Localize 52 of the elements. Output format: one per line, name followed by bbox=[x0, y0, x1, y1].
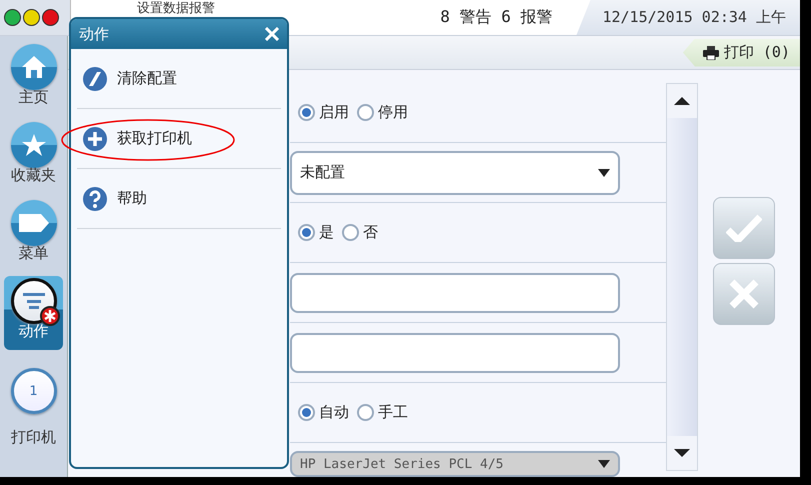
text-field[interactable] bbox=[290, 272, 620, 312]
radio-button[interactable] bbox=[298, 404, 315, 421]
radio-option[interactable]: 自动 bbox=[298, 403, 349, 422]
scroll-down-button[interactable] bbox=[667, 436, 697, 470]
dropdown-arrow-icon bbox=[598, 168, 610, 176]
list-icon bbox=[22, 292, 44, 310]
dropdown-arrow-icon bbox=[598, 460, 610, 468]
radio-option[interactable]: 否 bbox=[342, 223, 378, 242]
radio-option[interactable]: 停用 bbox=[357, 103, 408, 122]
radio-button[interactable] bbox=[342, 224, 359, 241]
close-button[interactable] bbox=[265, 27, 279, 41]
star-icon bbox=[22, 134, 46, 156]
dropdown[interactable]: 未配置 bbox=[290, 150, 620, 194]
radio-button[interactable] bbox=[298, 104, 315, 121]
window-control-icon[interactable] bbox=[42, 9, 59, 26]
window-title: 设置数据报警 bbox=[137, 1, 216, 16]
nav-item[interactable]: 动作 bbox=[4, 276, 63, 350]
popup-title: 动作 bbox=[79, 24, 109, 44]
print-tab[interactable]: 打印 (0) bbox=[682, 38, 800, 66]
radio-option[interactable]: 启用 bbox=[298, 103, 349, 122]
nav-item[interactable]: 收藏夹 bbox=[4, 120, 63, 194]
menu-item[interactable]: 帮助 bbox=[77, 169, 281, 229]
radio-button[interactable] bbox=[298, 224, 315, 241]
radio-button[interactable] bbox=[357, 104, 374, 121]
home-icon bbox=[20, 55, 46, 79]
down-arrow-icon bbox=[674, 449, 690, 457]
menu-item[interactable]: 清除配置 bbox=[77, 49, 281, 109]
alert-count[interactable]: 8 警告 6 报警 bbox=[440, 7, 552, 28]
text-field[interactable] bbox=[290, 332, 620, 372]
nav-item[interactable]: 菜单 bbox=[4, 198, 63, 272]
nav-item[interactable]: 主页 bbox=[4, 42, 63, 116]
plus-icon bbox=[83, 126, 107, 150]
scrollbar[interactable] bbox=[666, 83, 698, 471]
scroll-up-button[interactable] bbox=[667, 84, 697, 118]
nav-item[interactable]: 1 打印机 bbox=[4, 366, 63, 456]
close-icon bbox=[265, 27, 279, 41]
asterisk-badge-icon bbox=[40, 306, 60, 326]
window-control-icon[interactable] bbox=[23, 9, 40, 26]
eraser-icon bbox=[83, 66, 107, 90]
check-icon bbox=[726, 214, 762, 242]
radio-button[interactable] bbox=[357, 404, 374, 421]
count-circle: 1 bbox=[10, 368, 56, 414]
radio-option[interactable]: 手工 bbox=[357, 403, 408, 422]
date-time: 12/15/2015 02:34 上午 bbox=[576, 0, 800, 35]
close-icon bbox=[729, 279, 759, 309]
up-arrow-icon bbox=[674, 97, 690, 105]
menu-item[interactable]: 获取打印机 bbox=[77, 109, 281, 169]
radio-option[interactable]: 是 bbox=[298, 223, 334, 242]
window-control-icon[interactable] bbox=[4, 9, 21, 26]
printer-icon bbox=[702, 46, 719, 60]
help-icon bbox=[83, 186, 107, 210]
tag-icon bbox=[18, 214, 48, 232]
